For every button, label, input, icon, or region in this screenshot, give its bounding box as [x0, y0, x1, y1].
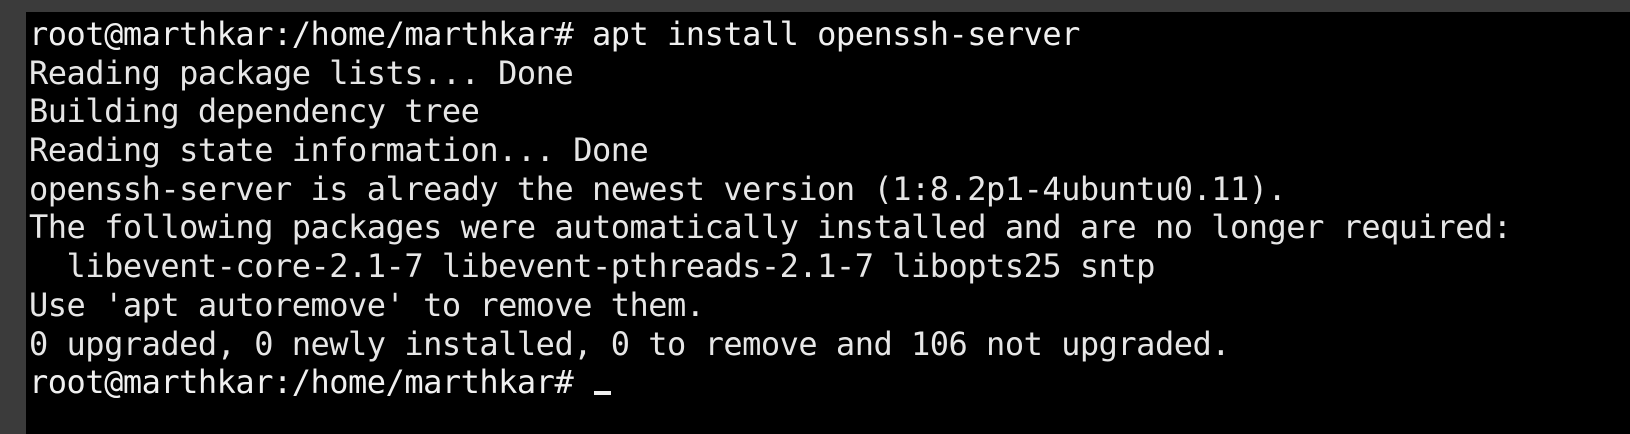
terminal-console[interactable]: root@marthkar:/home/marthkar# apt instal… — [26, 12, 1630, 434]
output-line: openssh-server is already the newest ver… — [29, 169, 1287, 208]
text-cursor — [593, 391, 611, 396]
terminal-output: root@marthkar:/home/marthkar# apt instal… — [29, 15, 1512, 402]
output-line: Reading state information... Done — [29, 131, 649, 170]
window-frame: root@marthkar:/home/marthkar# apt instal… — [0, 0, 1630, 434]
output-line: The following packages were automaticall… — [29, 208, 1512, 247]
current-prompt-line[interactable]: root@marthkar:/home/marthkar# — [29, 363, 1511, 402]
output-line: 0 upgraded, 0 newly installed, 0 to remo… — [29, 324, 1231, 363]
output-line: libevent-core-2.1-7 libevent-pthreads-2.… — [29, 247, 1156, 286]
output-line: Building dependency tree — [29, 92, 480, 131]
output-line: Use 'apt autoremove' to remove them. — [29, 285, 705, 324]
command-line: root@marthkar:/home/marthkar# apt instal… — [29, 15, 1080, 53]
output-line: Reading package lists... Done — [29, 53, 574, 92]
shell-prompt: root@marthkar:/home/marthkar# — [29, 363, 592, 402]
